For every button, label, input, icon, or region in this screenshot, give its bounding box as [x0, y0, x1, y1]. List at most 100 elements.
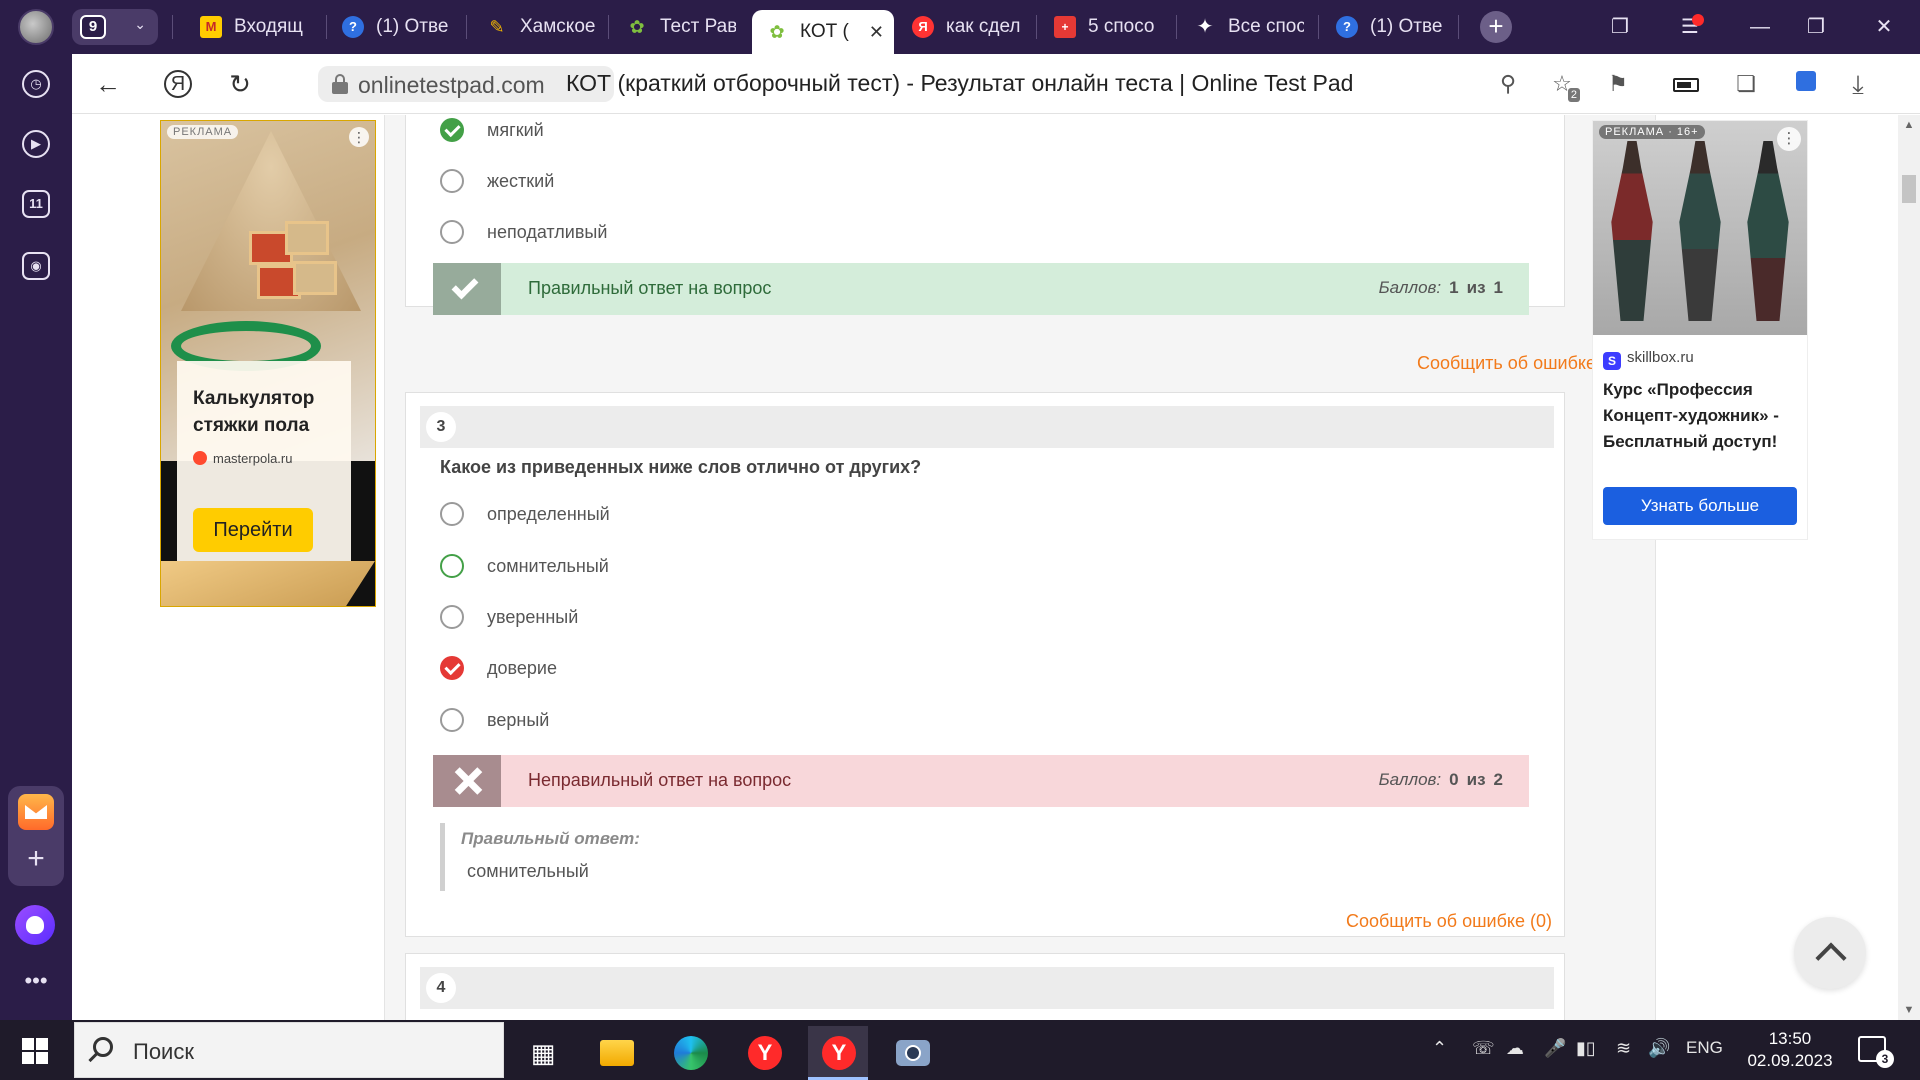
- lock-icon[interactable]: [332, 74, 348, 94]
- screenshot-icon[interactable]: ◉: [18, 248, 54, 284]
- radio-empty-icon: [440, 605, 464, 629]
- ad-badge: РЕКЛАМА: [167, 125, 239, 139]
- report-error-link[interactable]: Сообщить об ошибке (0): [1346, 911, 1552, 932]
- reviews-icon[interactable]: ☆ 2: [1546, 68, 1580, 102]
- radio-empty-icon: [440, 220, 464, 244]
- correct-answer-label: Правильный ответ:: [461, 829, 640, 848]
- onedrive-icon[interactable]: ☁: [1506, 1038, 1524, 1059]
- pen-icon: ✎: [489, 17, 505, 37]
- scrollbar-thumb[interactable]: [1902, 175, 1916, 203]
- yandex-browser-active-button[interactable]: Y: [808, 1026, 868, 1080]
- calendar-icon[interactable]: 11: [18, 186, 54, 222]
- question-text: Какое из приведенных ниже слов отлично о…: [440, 457, 922, 477]
- phone-link-icon[interactable]: ☏: [1472, 1038, 1495, 1059]
- question-card-3: 3 Какое из приведенных ниже слов отлично…: [405, 392, 1565, 937]
- ad-right[interactable]: РЕКЛАМА · 16+ ⋮ Sskillbox.ru Курс «Профе…: [1592, 120, 1808, 540]
- history-icon[interactable]: ◷: [18, 66, 54, 102]
- yandex-browser-button[interactable]: Y: [734, 1026, 794, 1080]
- score: Баллов: 1 из 1: [1378, 278, 1503, 297]
- yandex-home-button[interactable]: Я: [160, 66, 196, 102]
- battery-icon[interactable]: ▮▯: [1576, 1038, 1596, 1059]
- clock[interactable]: 13:50 02.09.2023: [1734, 1028, 1846, 1072]
- radio-empty-icon: [440, 502, 464, 526]
- tab-how-to[interactable]: Я как сдел: [912, 7, 1026, 47]
- flag-icon: +: [1054, 16, 1076, 38]
- wrong-check-icon: [440, 656, 464, 680]
- task-view-button[interactable]: ▦: [512, 1026, 572, 1080]
- notifications-icon[interactable]: 3: [1858, 1036, 1894, 1068]
- ad-left[interactable]: РЕКЛАМА ⋮ Калькулятор стяжки пола master…: [160, 120, 376, 607]
- extension-icon[interactable]: [1790, 68, 1822, 100]
- question-icon: ?: [1336, 16, 1358, 38]
- downloads-icon[interactable]: ⤓: [1842, 68, 1874, 100]
- bookmarks-panel-icon[interactable]: ❐: [1604, 12, 1636, 42]
- yandex-browser-icon: Y: [748, 1036, 782, 1070]
- tab-answers-2[interactable]: ? (1) Отве: [1336, 7, 1446, 47]
- search-page-icon[interactable]: ⚲: [1492, 68, 1524, 100]
- taskbar-search[interactable]: Поиск: [74, 1022, 504, 1078]
- camera-button[interactable]: [882, 1026, 942, 1080]
- tray-chevron-icon[interactable]: ⌃: [1432, 1038, 1447, 1059]
- scroll-up-icon[interactable]: ▲: [1898, 119, 1920, 131]
- question-header: 3: [420, 406, 1554, 448]
- profile-avatar[interactable]: [18, 9, 54, 45]
- question-card-4: 4: [405, 953, 1565, 1020]
- correct-answer-value: сомнительный: [467, 861, 589, 881]
- windows-start-icon[interactable]: [22, 1038, 48, 1064]
- restore-button[interactable]: ❐: [1800, 12, 1832, 42]
- ad-options-icon[interactable]: ⋮: [349, 127, 369, 147]
- add-app-icon[interactable]: +: [18, 842, 54, 878]
- ad-go-button[interactable]: Перейти: [193, 508, 313, 552]
- edge-button[interactable]: [660, 1026, 720, 1080]
- battery-saver-icon[interactable]: [1670, 68, 1702, 100]
- learn-more-button[interactable]: Узнать больше: [1603, 487, 1797, 525]
- mail-icon: M: [200, 16, 222, 38]
- edge-icon: [674, 1036, 708, 1070]
- bags-image: [249, 221, 339, 321]
- scroll-down-icon[interactable]: ▼: [1898, 1004, 1920, 1016]
- url-domain: onlinetestpad.com: [358, 72, 545, 98]
- tab-count: 9: [80, 15, 106, 39]
- volume-icon[interactable]: 🔊: [1648, 1038, 1670, 1059]
- tab-all-ways[interactable]: ✦ Все спос: [1194, 7, 1304, 47]
- testpad-icon: ✿: [629, 17, 645, 37]
- camera-icon: [896, 1040, 930, 1066]
- scroll-to-top-button[interactable]: [1794, 917, 1866, 989]
- close-window-button[interactable]: ✕: [1868, 12, 1900, 42]
- question-header: 4: [420, 967, 1554, 1009]
- back-button[interactable]: ←: [90, 66, 126, 102]
- testpad-icon: ✿: [769, 22, 785, 42]
- ad-options-icon[interactable]: ⋮: [1777, 127, 1801, 151]
- bookmark-icon[interactable]: ⚑: [1602, 68, 1634, 100]
- close-tab-icon[interactable]: ✕: [869, 10, 884, 54]
- minimize-button[interactable]: —: [1744, 12, 1776, 42]
- ad-site: masterpola.ru: [193, 451, 292, 466]
- alice-assistant-icon[interactable]: [15, 905, 55, 945]
- tab-5-ways[interactable]: + 5 спосо: [1054, 7, 1162, 47]
- tab-answers-1[interactable]: ? (1) Отве: [342, 7, 452, 47]
- notifications-count: 3: [1876, 1050, 1894, 1068]
- reload-button[interactable]: ↻: [222, 66, 258, 102]
- mail-app-icon[interactable]: [18, 794, 54, 830]
- tab-test[interactable]: ✿ Тест Рав: [626, 7, 736, 47]
- tab-kot-active[interactable]: ✿ КОТ ( ✕: [752, 10, 894, 54]
- tab-rude[interactable]: ✎ Хамское: [486, 7, 596, 47]
- language-indicator[interactable]: ENG: [1686, 1038, 1723, 1058]
- task-view-icon: ▦: [530, 1038, 556, 1068]
- page-scrollbar[interactable]: ▲ ▼: [1898, 115, 1920, 1020]
- page-viewport: РЕКЛАМА ⋮ Калькулятор стяжки пола master…: [72, 115, 1898, 1020]
- wifi-icon[interactable]: ≋: [1616, 1038, 1631, 1059]
- question-number: 3: [426, 412, 456, 442]
- address-bar: ← Я ↻ onlinetestpad.com КОТ (краткий отб…: [72, 54, 1920, 114]
- radio-empty-icon: [440, 169, 464, 193]
- new-tab-button[interactable]: +: [1480, 11, 1512, 43]
- file-explorer-button[interactable]: [586, 1026, 646, 1080]
- more-icon[interactable]: •••: [18, 968, 54, 994]
- concept-art-image: [1593, 121, 1807, 335]
- correct-ring-icon: [440, 554, 464, 578]
- tab-mail[interactable]: M Входящ: [200, 7, 312, 47]
- microphone-icon[interactable]: 🎤: [1544, 1038, 1566, 1059]
- collections-icon[interactable]: ❏: [1730, 68, 1762, 100]
- tab-count-button[interactable]: 9 ⌄: [72, 9, 158, 45]
- play-icon[interactable]: ▶: [18, 126, 54, 162]
